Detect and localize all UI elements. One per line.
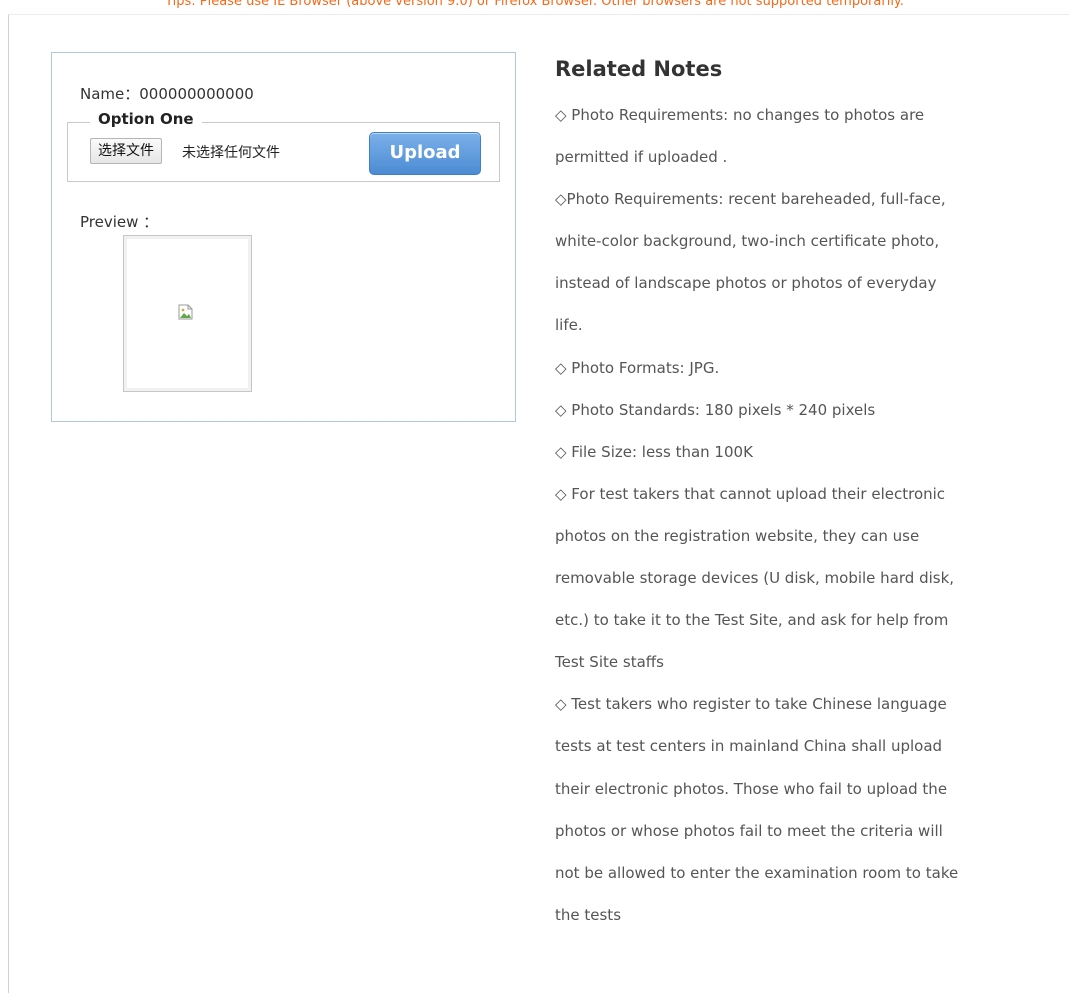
- note-line: life.: [555, 316, 583, 335]
- photo-preview: [123, 235, 252, 392]
- note-line: ◇ For test takers that cannot upload the…: [555, 484, 946, 503]
- note-line: ◇ Photo Requirements: no changes to phot…: [555, 106, 925, 124]
- note-line: the tests: [555, 905, 622, 924]
- note-line: ◇ Test takers who register to take Chine…: [555, 695, 947, 714]
- candidate-name: Name：000000000000: [80, 83, 254, 104]
- note-line: photos on the registration website, they…: [555, 526, 920, 545]
- choose-file-button[interactable]: 选择文件: [90, 138, 162, 164]
- note-line: ◇ File Size: less than 100K: [555, 442, 753, 461]
- option-one-legend: Option One: [90, 110, 202, 128]
- name-value: 000000000000: [139, 85, 254, 103]
- note-line: white-color background, two-inch certifi…: [555, 232, 940, 251]
- note-line: their electronic photos. Those who fail …: [555, 779, 948, 798]
- note-line: not be allowed to enter the examination …: [555, 863, 959, 882]
- note-line: removable storage devices (U disk, mobil…: [555, 569, 955, 588]
- note-line: ◇ Photo Formats: JPG.: [555, 358, 720, 377]
- note-line: tests at test centers in mainland China …: [555, 737, 943, 756]
- notes-title: Related Notes: [555, 57, 723, 81]
- notes-list: ◇ Photo Requirements: no changes to phot…: [555, 94, 1045, 936]
- note-line: instead of landscape photos or photos of…: [555, 274, 937, 293]
- broken-image-icon: [178, 304, 193, 320]
- name-label: Name：: [80, 85, 140, 103]
- photo-upload-panel: Name：000000000000 Option One 选择文件 未选择任何文…: [51, 52, 516, 422]
- upload-button[interactable]: Upload: [369, 132, 481, 175]
- note-line: etc.) to take it to the Test Site, and a…: [555, 611, 949, 630]
- option-one-fieldset: Option One 选择文件 未选择任何文件 Upload: [67, 110, 500, 182]
- related-notes: Related Notes ◇ Photo Requirements: no c…: [555, 54, 1045, 936]
- note-line: photos or whose photos fail to meet the …: [555, 821, 943, 840]
- note-line: ◇Photo Requirements: recent bareheaded, …: [555, 190, 946, 209]
- preview-label: Preview ：: [80, 213, 159, 231]
- browser-tip: Tips: Please use IE Browser (above versi…: [165, 0, 904, 8]
- file-status-text: 未选择任何文件: [182, 145, 280, 161]
- note-line: ◇ Photo Standards: 180 pixels * 240 pixe…: [555, 400, 876, 419]
- note-line: Test Site staffs: [555, 653, 664, 672]
- note-line: permitted if uploaded .: [555, 148, 728, 167]
